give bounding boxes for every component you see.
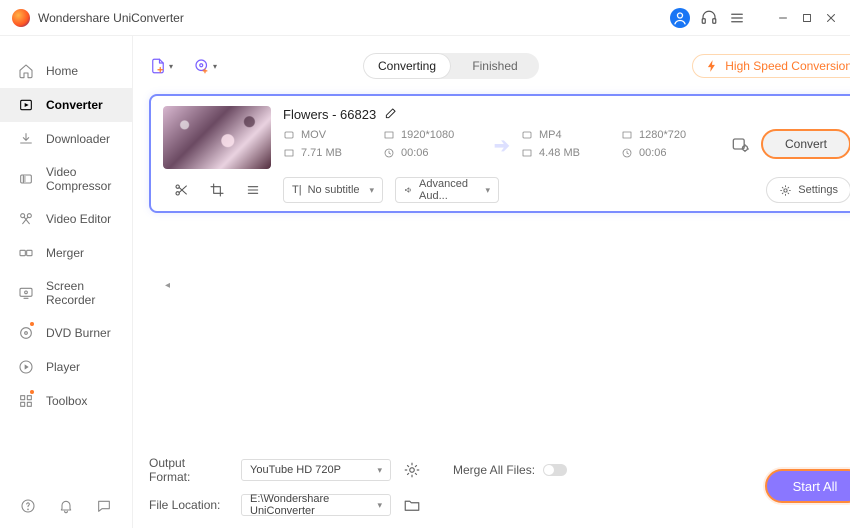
sidebar-item-home[interactable]: Home xyxy=(0,54,132,88)
sidebar-item-label: Downloader xyxy=(46,132,110,146)
feedback-icon[interactable] xyxy=(96,498,112,514)
app-title: Wondershare UniConverter xyxy=(38,11,184,25)
minimize-button[interactable] xyxy=(776,11,790,25)
notification-dot xyxy=(30,322,34,326)
account-avatar[interactable] xyxy=(670,8,690,28)
file-card: Flowers - 66823 MOV 7.71 MB 1920*1080 00… xyxy=(149,94,850,213)
subtitle-icon: T| xyxy=(292,184,302,196)
trim-icon[interactable] xyxy=(173,182,189,198)
toolbar: ▾ ▾ Converting Finished High Speed Conve… xyxy=(149,46,850,86)
output-settings-icon[interactable] xyxy=(727,131,753,157)
sidebar-item-merger[interactable]: Merger xyxy=(0,236,132,270)
audio-dropdown[interactable]: Advanced Aud... ▾ xyxy=(395,177,499,203)
sidebar-item-label: Toolbox xyxy=(46,394,87,408)
output-format-dropdown[interactable]: YouTube HD 720P▾ xyxy=(241,459,391,481)
tab-finished[interactable]: Finished xyxy=(451,53,539,79)
start-all-button[interactable]: Start All xyxy=(765,469,850,503)
rename-icon[interactable] xyxy=(384,106,398,123)
app-logo xyxy=(12,9,30,27)
sidebar: Home Converter Downloader Video Compress… xyxy=(0,36,133,528)
high-speed-conversion-button[interactable]: High Speed Conversion xyxy=(692,54,850,78)
status-tabs: Converting Finished xyxy=(363,53,539,79)
add-files-button[interactable]: ▾ xyxy=(149,54,173,78)
headset-icon[interactable] xyxy=(700,9,718,27)
dst-resolution: 1280*720 xyxy=(621,129,721,141)
sidebar-item-player[interactable]: Player xyxy=(0,350,132,384)
tab-converting[interactable]: Converting xyxy=(363,53,451,79)
src-size: 7.71 MB xyxy=(283,147,383,159)
more-icon[interactable] xyxy=(245,182,261,198)
src-format: MOV xyxy=(283,129,383,141)
dst-size: 4.48 MB xyxy=(521,147,621,159)
add-from-device-button[interactable]: ▾ xyxy=(193,54,217,78)
merge-label: Merge All Files: xyxy=(453,463,535,477)
sidebar-item-dvd[interactable]: DVD Burner xyxy=(0,316,132,350)
sidebar-item-label: Merger xyxy=(46,246,84,260)
bell-icon[interactable] xyxy=(58,498,74,514)
sidebar-item-label: Video Editor xyxy=(46,212,111,226)
settings-button[interactable]: Settings xyxy=(766,177,850,203)
sidebar-item-converter[interactable]: Converter xyxy=(0,88,132,122)
dst-format: MP4 xyxy=(521,129,621,141)
sidebar-item-label: Screen Recorder xyxy=(46,279,114,307)
notification-dot xyxy=(30,390,34,394)
footer: Output Format: YouTube HD 720P▾ Merge Al… xyxy=(149,446,850,516)
merge-toggle[interactable] xyxy=(543,464,567,476)
menu-icon[interactable] xyxy=(728,9,746,27)
sidebar-item-toolbox[interactable]: Toolbox xyxy=(0,384,132,418)
thumb-tools xyxy=(163,182,271,198)
sidebar-item-label: Converter xyxy=(46,98,103,112)
subtitle-dropdown[interactable]: T| No subtitle ▾ xyxy=(283,177,383,203)
output-format-label: Output Format: xyxy=(149,456,229,484)
main-panel: ▾ ▾ Converting Finished High Speed Conve… xyxy=(133,36,850,528)
sidebar-item-editor[interactable]: Video Editor xyxy=(0,202,132,236)
maximize-button[interactable] xyxy=(800,11,814,25)
open-folder-icon[interactable] xyxy=(403,496,421,514)
file-location-label: File Location: xyxy=(149,498,229,512)
dst-duration: 00:06 xyxy=(621,147,721,159)
convert-button[interactable]: Convert xyxy=(761,129,850,159)
high-speed-label: High Speed Conversion xyxy=(725,59,850,73)
sidebar-item-label: Player xyxy=(46,360,80,374)
crop-icon[interactable] xyxy=(209,182,225,198)
sidebar-item-compressor[interactable]: Video Compressor xyxy=(0,156,132,202)
file-location-dropdown[interactable]: E:\Wondershare UniConverter▾ xyxy=(241,494,391,516)
sidebar-collapse-button[interactable]: ◂ xyxy=(165,280,175,292)
sidebar-item-label: Home xyxy=(46,64,78,78)
sidebar-item-downloader[interactable]: Downloader xyxy=(0,122,132,156)
help-icon[interactable] xyxy=(20,498,36,514)
src-duration: 00:06 xyxy=(383,147,483,159)
sidebar-item-label: Video Compressor xyxy=(46,165,114,193)
sidebar-footer xyxy=(0,484,132,528)
sidebar-item-recorder[interactable]: Screen Recorder xyxy=(0,270,132,316)
close-button[interactable] xyxy=(824,11,838,25)
arrow-icon xyxy=(489,133,515,155)
output-format-settings-icon[interactable] xyxy=(403,461,421,479)
titlebar: Wondershare UniConverter xyxy=(0,0,850,36)
src-resolution: 1920*1080 xyxy=(383,129,483,141)
video-thumbnail[interactable] xyxy=(163,106,271,169)
file-name: Flowers - 66823 xyxy=(283,107,376,122)
sidebar-item-label: DVD Burner xyxy=(46,326,111,340)
